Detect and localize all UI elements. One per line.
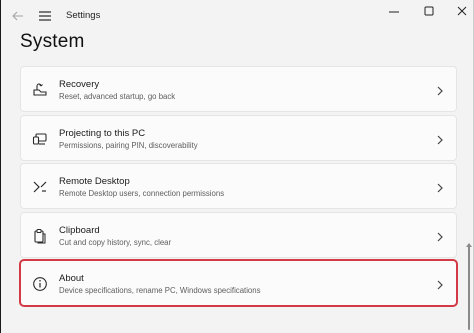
- item-title: Recovery: [59, 79, 100, 90]
- settings-item-recovery[interactable]: Recovery Reset, advanced startup, go bac…: [20, 66, 457, 112]
- page-title: System: [20, 31, 85, 52]
- info-icon: [32, 276, 48, 292]
- settings-item-projecting[interactable]: Projecting to this PC Permissions, pairi…: [20, 114, 457, 161]
- close-icon[interactable]: [452, 4, 472, 20]
- window-title: Settings: [66, 10, 101, 21]
- chevron-right-icon: [435, 84, 444, 96]
- scrollbar-thumb[interactable]: [468, 244, 470, 330]
- recovery-icon: [32, 82, 48, 98]
- chevron-right-icon: [435, 278, 444, 290]
- item-subtitle: Cut and copy history, sync, clear: [59, 237, 172, 247]
- item-subtitle: Reset, advanced startup, go back: [59, 92, 176, 101]
- item-subtitle: Remote Desktop users, connection permiss…: [59, 189, 225, 198]
- settings-list: Recovery Reset, advanced startup, go bac…: [19, 66, 458, 309]
- maximize-icon[interactable]: [419, 4, 439, 20]
- item-subtitle: Device specifications, rename PC, Window…: [59, 286, 261, 295]
- title-bar: Settings: [1, 0, 474, 32]
- chevron-right-icon: [435, 230, 444, 242]
- clipboard-icon: [32, 228, 48, 244]
- item-title: About: [59, 273, 84, 284]
- item-title: Remote Desktop: [59, 176, 130, 187]
- chevron-right-icon: [435, 181, 444, 193]
- scrollbar[interactable]: [466, 60, 472, 330]
- settings-item-remote-desktop[interactable]: Remote Desktop Remote Desktop users, con…: [20, 163, 457, 209]
- settings-item-about[interactable]: About Device specifications, rename PC, …: [19, 259, 458, 307]
- back-arrow-icon[interactable]: [10, 8, 26, 24]
- item-title: Projecting to this PC: [59, 127, 146, 139]
- projecting-icon: [32, 131, 48, 147]
- minimize-icon[interactable]: [384, 4, 404, 20]
- item-title: Clipboard: [59, 224, 100, 236]
- chevron-right-icon: [435, 133, 444, 145]
- scroll-up-arrow-icon[interactable]: [466, 235, 472, 247]
- settings-item-clipboard[interactable]: Clipboard Cut and copy history, sync, cl…: [20, 211, 457, 258]
- settings-window: Settings System Recovery Reset, advanced…: [0, 0, 474, 333]
- remote-desktop-icon: [32, 179, 48, 195]
- hamburger-menu-icon[interactable]: [37, 8, 53, 24]
- item-subtitle: Permissions, pairing PIN, discoverabilit…: [59, 140, 198, 150]
